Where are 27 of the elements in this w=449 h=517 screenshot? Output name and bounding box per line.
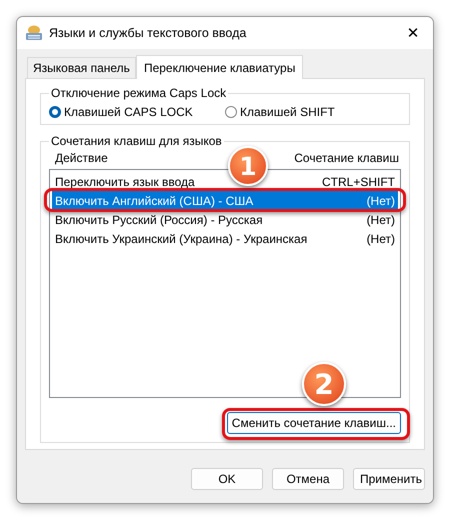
shortcut-text: (Нет) (366, 212, 395, 226)
radio-option[interactable]: Клавишей CAPS LOCK (49, 105, 225, 119)
tab[interactable]: Языковая панель (27, 57, 136, 78)
dialog-button[interactable]: OK (191, 468, 263, 490)
action-text: Переключить язык ввода (55, 174, 195, 188)
dialog-button[interactable]: Применить (353, 468, 425, 490)
group-title: Отключение режима Caps Lock (49, 86, 228, 101)
radio-label: Клавишей SHIFT (240, 105, 335, 119)
dialog-button[interactable]: Отмена (272, 468, 344, 490)
shortcut-text: CTRL+SHIFT (322, 174, 395, 188)
group-title: Сочетания клавиш для языков (49, 134, 224, 149)
column-header: Действие (55, 151, 108, 165)
list-row[interactable]: Включить Русский (Россия) - Русская (Нет) (52, 210, 398, 229)
column-header: Сочетание клавиш (294, 151, 399, 165)
change-shortcut-button[interactable]: Сменить сочетание клавиш... (226, 412, 401, 434)
tab[interactable]: Переключение клавиатуры (136, 55, 304, 79)
list-row[interactable]: Включить Английский (США) - США (Нет) (52, 191, 398, 210)
window-title: Языки и службы текстового ввода (49, 26, 248, 40)
action-text: Включить Русский (Россия) - Русская (55, 212, 263, 226)
action-text: Включить Английский (США) - США (55, 194, 254, 208)
radio-label: Клавишей CAPS LOCK (64, 105, 193, 119)
shortcut-text: (Нет) (366, 232, 395, 246)
close-button[interactable]: ✕ (393, 17, 433, 49)
list-row[interactable]: Включить Украинский (Украина) - Украинская (Нет) (52, 229, 398, 248)
shortcut-text: (Нет) (366, 194, 395, 208)
action-text: Включить Украинский (Украина) - Украинская (55, 232, 308, 246)
radio-option[interactable]: Клавишей SHIFT (225, 105, 401, 119)
